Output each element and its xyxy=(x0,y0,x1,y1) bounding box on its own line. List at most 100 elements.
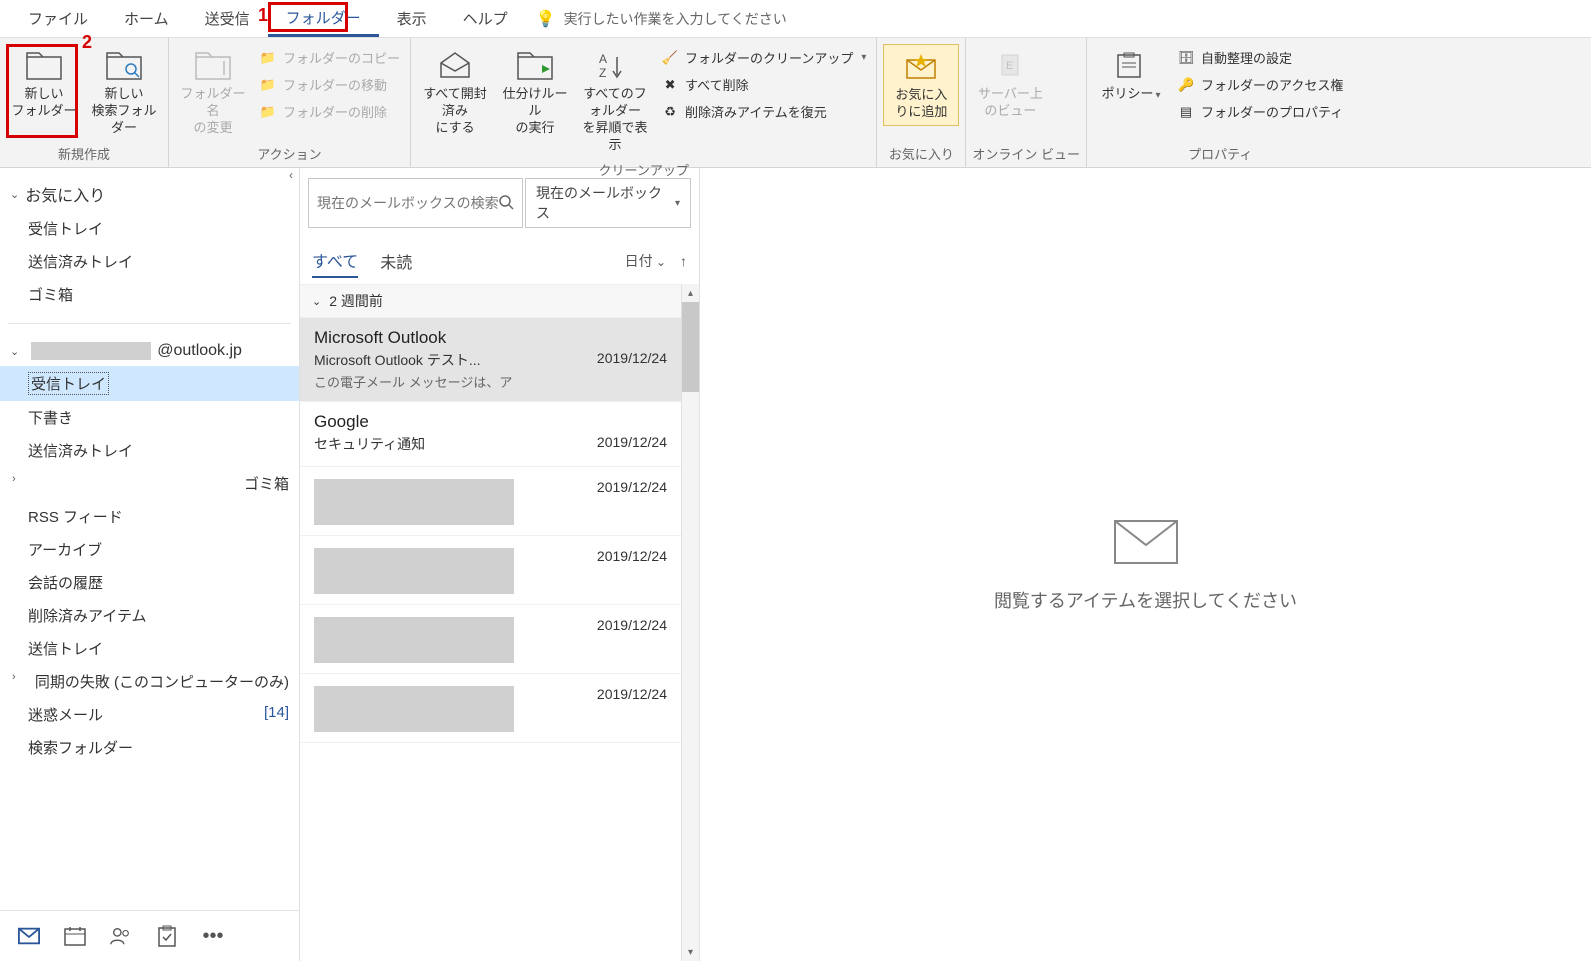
run-rules-button[interactable]: 仕分けルール の実行 xyxy=(497,44,573,141)
scrollbar[interactable]: ▴ ▾ xyxy=(681,284,699,961)
redacted-block xyxy=(314,548,514,594)
account-heading[interactable]: ⌄ @outlook.jp xyxy=(0,336,299,366)
folder-label: 会話の履歴 xyxy=(28,572,103,593)
bulb-icon: 💡 xyxy=(536,9,556,29)
fav-sent[interactable]: 送信済みトレイ xyxy=(0,245,299,278)
menu-help[interactable]: ヘルプ xyxy=(445,2,526,35)
folder-item[interactable]: 送信済みトレイ xyxy=(0,434,299,467)
folder-label: 送信トレイ xyxy=(28,638,103,659)
sort-az-icon: AZ xyxy=(595,48,635,84)
sidebar-divider xyxy=(8,323,291,324)
message-item[interactable]: 2019/12/24 xyxy=(300,536,681,605)
main-area: ‹ ⌄ お気に入り 受信トレイ 送信済みトレイ ゴミ箱 ⌄ @outlook.j… xyxy=(0,168,1591,961)
more-nav-icon[interactable]: ••• xyxy=(202,925,224,947)
folder-item[interactable]: ›同期の失敗 (このコンピューターのみ) xyxy=(0,665,299,698)
star-envelope-icon xyxy=(901,49,941,85)
add-to-favorites-label: お気に入 りに追加 xyxy=(895,87,947,121)
folder-item[interactable]: アーカイブ xyxy=(0,533,299,566)
message-date: 2019/12/24 xyxy=(597,686,667,732)
server-view-button: E サーバー上 のビュー xyxy=(972,44,1048,124)
menu-sendreceive[interactable]: 送受信 xyxy=(187,2,268,35)
collapse-sidebar-icon[interactable]: ‹ xyxy=(289,168,293,182)
message-item[interactable]: Microsoft OutlookMicrosoft Outlook テスト..… xyxy=(300,318,681,402)
calendar-nav-icon[interactable] xyxy=(64,925,86,947)
menu-folder[interactable]: フォルダー xyxy=(268,1,379,37)
date-group-header[interactable]: ⌄ 2 週間前 xyxy=(300,284,681,318)
people-nav-icon[interactable] xyxy=(110,925,132,947)
new-folder-button[interactable]: 新しい フォルダー xyxy=(6,44,82,124)
chevron-right-icon: › xyxy=(12,473,16,494)
autoarchive-button[interactable]: 🗄自動整理の設定 xyxy=(1173,46,1347,69)
folder-sidebar: ‹ ⌄ お気に入り 受信トレイ 送信済みトレイ ゴミ箱 ⌄ @outlook.j… xyxy=(0,168,300,961)
message-list-pane: 現在のメールボックス すべて 未読 日付 ↑ ⌄ 2 週間前 Microsoft… xyxy=(300,168,700,961)
search-scope[interactable]: 現在のメールボックス xyxy=(525,178,691,228)
menu-home[interactable]: ホーム xyxy=(106,2,187,35)
account-name-redacted xyxy=(31,342,151,360)
folder-item[interactable]: 送信トレイ xyxy=(0,632,299,665)
new-search-folder-label: 新しい 検索フォルダー xyxy=(88,86,160,137)
search-icon[interactable] xyxy=(498,194,514,213)
message-item[interactable]: Googleセキュリティ通知2019/12/24 xyxy=(300,402,681,467)
scroll-track[interactable] xyxy=(682,392,699,943)
ribbon-group-label-actions: アクション xyxy=(175,142,404,165)
open-envelope-icon xyxy=(435,48,475,84)
move-folder-button: 📁フォルダーの移動 xyxy=(255,73,404,96)
favorites-heading[interactable]: ⌄ お気に入り xyxy=(0,176,299,212)
sort-by[interactable]: 日付 xyxy=(625,251,666,271)
rename-folder-button: フォルダー名 の変更 xyxy=(175,44,251,141)
ribbon-group-new: 新しい フォルダー 新しい 検索フォルダー 新規作成 xyxy=(0,38,169,167)
filter-unread[interactable]: 未読 xyxy=(380,245,412,277)
tell-me[interactable]: 💡 実行したい作業を入力してください xyxy=(536,9,787,29)
recover-deleted-button[interactable]: ♻削除済みアイテムを復元 xyxy=(657,100,870,123)
sort-direction[interactable]: ↑ xyxy=(680,253,687,269)
redacted-block xyxy=(314,686,514,732)
folder-item[interactable]: 迷惑メール[14] xyxy=(0,698,299,731)
delete-all-button[interactable]: ✖すべて削除 xyxy=(657,73,870,96)
message-item[interactable]: 2019/12/24 xyxy=(300,674,681,743)
message-date: 2019/12/24 xyxy=(597,434,667,454)
folder-item[interactable]: 会話の履歴 xyxy=(0,566,299,599)
folder-label: アーカイブ xyxy=(28,539,102,560)
folder-item[interactable]: 削除済みアイテム xyxy=(0,599,299,632)
menu-file[interactable]: ファイル xyxy=(10,2,106,35)
scroll-up-icon[interactable]: ▴ xyxy=(682,284,699,302)
message-date: 2019/12/24 xyxy=(597,548,667,594)
redacted-block xyxy=(314,479,514,525)
folder-item[interactable]: 検索フォルダー xyxy=(0,731,299,764)
folder-label: 下書き xyxy=(28,407,73,428)
folder-cleanup-button[interactable]: 🧹フォルダーのクリーンアップ xyxy=(657,46,870,69)
filter-all[interactable]: すべて xyxy=(312,244,358,278)
folder-search-icon xyxy=(104,48,144,84)
new-search-folder-button[interactable]: 新しい 検索フォルダー xyxy=(86,44,162,141)
fav-inbox[interactable]: 受信トレイ xyxy=(0,212,299,245)
tasks-nav-icon[interactable] xyxy=(156,925,178,947)
message-item[interactable]: 2019/12/24 xyxy=(300,467,681,536)
redacted-block xyxy=(314,617,514,663)
menu-view[interactable]: 表示 xyxy=(379,2,445,35)
fav-trash[interactable]: ゴミ箱 xyxy=(0,278,299,311)
search-box[interactable] xyxy=(308,178,523,228)
folder-item[interactable]: 下書き xyxy=(0,401,299,434)
scroll-down-icon[interactable]: ▾ xyxy=(682,943,699,961)
folder-item[interactable]: ›ゴミ箱 xyxy=(0,467,299,500)
ribbon-group-favorites: お気に入 りに追加 お気に入り xyxy=(877,38,966,167)
menu-bar: ファイル ホーム 送受信 フォルダー 表示 ヘルプ 💡 実行したい作業を入力して… xyxy=(0,0,1591,38)
folder-permissions-button[interactable]: 🔑フォルダーのアクセス権 xyxy=(1173,73,1347,96)
folder-item[interactable]: 受信トレイ xyxy=(0,366,299,401)
autoarchive-icon: 🗄 xyxy=(1177,49,1195,67)
search-input[interactable] xyxy=(317,195,498,211)
message-from: Google xyxy=(314,412,369,432)
folder-properties-button[interactable]: ▤フォルダーのプロパティ xyxy=(1173,100,1347,123)
scroll-thumb[interactable] xyxy=(682,302,699,392)
folder-item[interactable]: RSS フィード xyxy=(0,500,299,533)
message-item[interactable]: 2019/12/24 xyxy=(300,605,681,674)
new-folder-label: 新しい フォルダー xyxy=(11,86,76,120)
policy-button[interactable]: ポリシー xyxy=(1093,44,1169,107)
add-to-favorites-button[interactable]: お気に入 りに追加 xyxy=(883,44,959,126)
run-rules-label: 仕分けルール の実行 xyxy=(499,86,571,137)
mail-nav-icon[interactable] xyxy=(18,925,40,947)
policy-icon xyxy=(1111,48,1151,84)
sort-folders-button[interactable]: AZ すべてのフォルダー を昇順で表示 xyxy=(577,44,653,158)
mark-all-read-button[interactable]: すべて開封済み にする xyxy=(417,44,493,141)
date-group-label: 2 週間前 xyxy=(329,291,383,311)
